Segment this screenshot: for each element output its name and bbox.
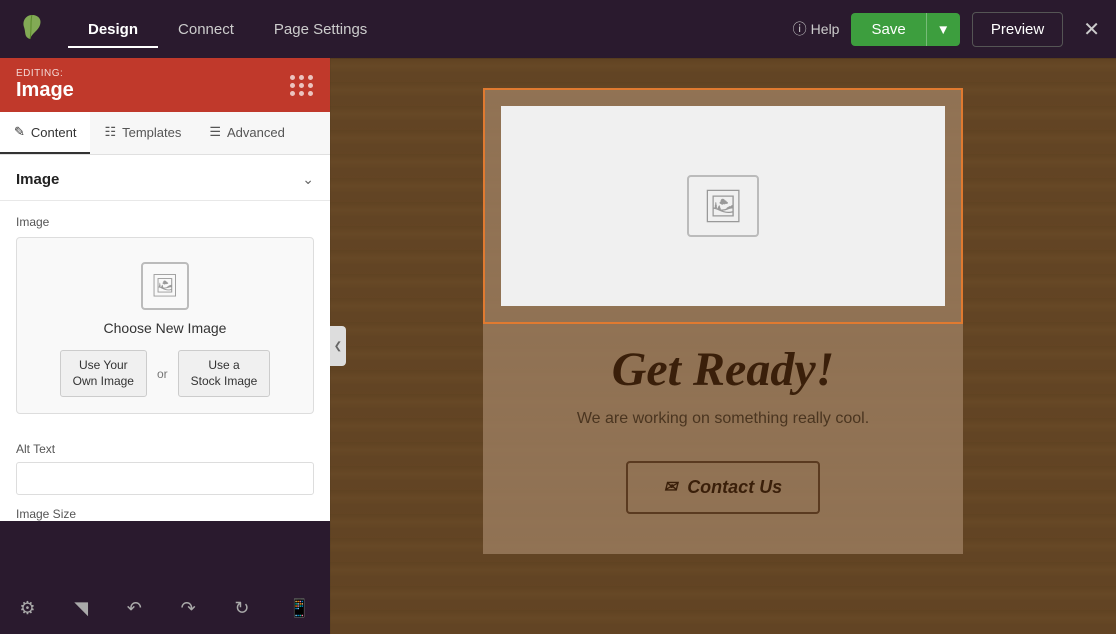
save-button[interactable]: Save [851,13,925,46]
editing-title: Image [16,79,74,102]
layers-icon[interactable]: ◥ [66,590,96,627]
sub-tab-advanced[interactable]: ☰ Advanced [195,112,298,154]
left-panel: EDITING: Image ✎ Content ☷ Templates [0,58,330,521]
save-dropdown-button[interactable]: ▼ [926,13,960,46]
chevron-down-icon[interactable]: ⌄ [302,171,314,188]
sub-tab-content[interactable]: ✎ Content [0,112,90,154]
alt-text-label: Alt Text [0,428,330,462]
image-field-label: Image [16,215,314,229]
bottom-toolbar: ⚙ ◥ ↶ ↷ ↻ 📱 [0,582,330,634]
image-element-placeholder: 🖼 [501,106,945,306]
image-section-header: Image ⌄ [0,155,330,201]
editing-label: EDITING: [16,68,74,79]
editing-header: EDITING: Image [0,58,330,112]
help-circle-icon: ⓘ [793,19,807,39]
image-placeholder-icon: 🖼 [141,262,189,310]
use-stock-image-button[interactable]: Use aStock Image [178,350,271,397]
save-button-group: Save ▼ [851,13,959,46]
canvas-area: 🖼 Get Ready! We are working on something… [330,58,1116,634]
page-headline: Get Ready! [582,324,865,407]
advanced-tab-icon: ☰ [209,124,221,140]
sub-tabs: ✎ Content ☷ Templates ☰ Advanced [0,112,330,155]
nav-tabs: Design Connect Page Settings [68,13,387,46]
settings-icon[interactable]: ⚙ [11,590,43,627]
preview-button[interactable]: Preview [972,12,1063,47]
nav-tab-design[interactable]: Design [68,13,158,46]
or-label: or [157,367,168,381]
logo[interactable] [16,11,48,48]
image-upload-area[interactable]: 🖼 Choose New Image Use YourOwn Image or … [16,237,314,414]
image-field-group: Image 🖼 Choose New Image Use YourOwn Ima… [0,201,330,428]
mobile-icon[interactable]: 📱 [280,590,318,627]
undo-icon[interactable]: ↶ [119,590,150,627]
panel-collapse-handle[interactable]: ❮ [330,326,346,366]
grid-dots-icon[interactable] [290,75,314,96]
redo-icon[interactable]: ↷ [173,590,204,627]
use-your-own-button[interactable]: Use YourOwn Image [60,350,147,397]
refresh-icon[interactable]: ↻ [226,590,257,627]
templates-tab-icon: ☷ [104,124,116,140]
close-button[interactable]: ✕ [1083,17,1100,42]
editing-info: EDITING: Image [16,68,74,102]
left-panel-wrapper: EDITING: Image ✎ Content ☷ Templates [0,58,330,634]
help-button[interactable]: ⓘ Help [793,19,840,39]
image-buttons: Use YourOwn Image or Use aStock Image [33,350,297,397]
section-title: Image [16,171,59,188]
envelope-icon: ✉ [664,477,677,497]
alt-text-input[interactable] [16,462,314,495]
nav-tab-connect[interactable]: Connect [158,13,254,46]
panel-content: Image ⌄ Image 🖼 Choose New Image Use You… [0,155,330,521]
sub-tab-templates[interactable]: ☷ Templates [90,112,195,154]
selected-image-element[interactable]: 🖼 [483,88,963,324]
page-subtext: We are working on something really cool. [547,407,899,461]
collapse-arrow-icon: ❮ [334,341,342,352]
contact-button[interactable]: ✉ Contact Us [626,461,820,514]
main-layout: EDITING: Image ✎ Content ☷ Templates [0,58,1116,634]
top-navigation: Design Connect Page Settings ⓘ Help Save… [0,0,1116,58]
page-container: 🖼 Get Ready! We are working on something… [483,88,963,554]
content-tab-icon: ✎ [14,124,25,140]
image-size-label: Image Size [0,495,330,521]
nav-tab-page-settings[interactable]: Page Settings [254,13,387,46]
choose-new-image-label: Choose New Image [104,320,227,336]
nav-right-actions: ⓘ Help Save ▼ Preview ✕ [793,12,1100,47]
image-element-icon: 🖼 [687,175,760,237]
